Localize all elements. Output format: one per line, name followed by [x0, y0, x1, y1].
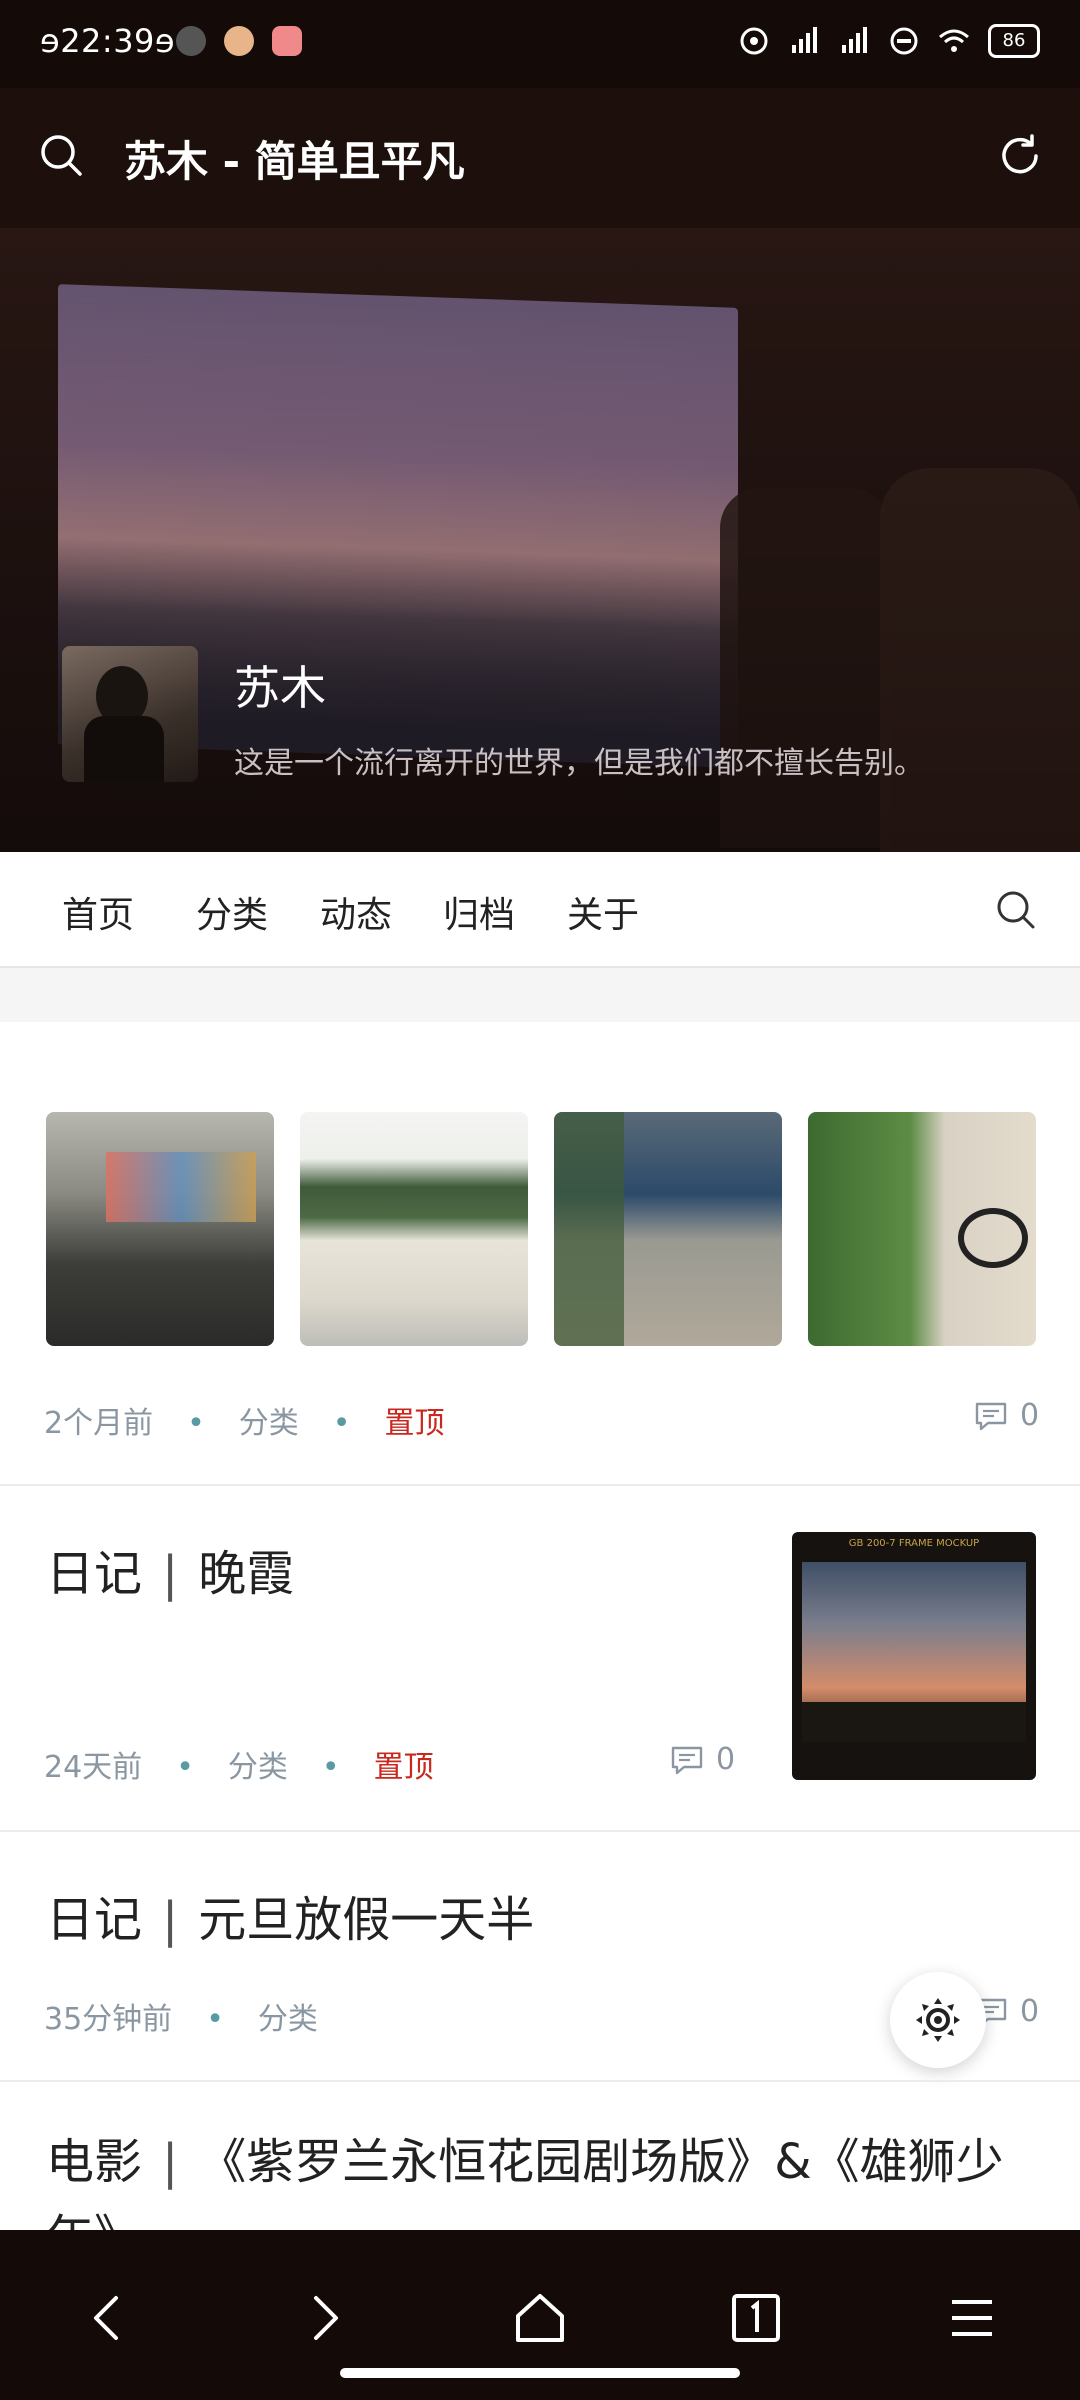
author-name: 苏木 — [234, 661, 326, 715]
author-bio: 这是一个流行离开的世界，但是我们都不擅长告别。 — [234, 746, 924, 781]
divider — [0, 2080, 1080, 2082]
menu-icon[interactable] — [944, 2290, 1000, 2346]
forward-icon[interactable] — [296, 2290, 352, 2346]
cover-caption: GB 200-7 FRAME MOCKUP — [848, 1538, 980, 1549]
app-notification-icon — [272, 26, 302, 56]
status-bar: ɘ22:39ɘ 86 — [0, 0, 1080, 88]
site-title: 苏木 - 简单且平凡 — [124, 137, 465, 186]
post-meta: 24天前 • 分类 • 置顶 — [44, 1750, 434, 1785]
post-category[interactable]: 分类 — [258, 2002, 318, 2037]
status-time: ɘ22:39ɘ — [40, 22, 176, 60]
nav-item-moments[interactable]: 动态 — [320, 886, 392, 938]
post-thumbnail[interactable] — [808, 1112, 1036, 1346]
back-icon[interactable] — [80, 2290, 136, 2346]
comment-icon — [671, 1746, 703, 1774]
signal-icon — [842, 27, 867, 53]
post-title[interactable]: 日记 | 晚霞 — [46, 1534, 294, 1604]
post-category[interactable]: 分类 — [228, 1750, 288, 1785]
post-thumbnail[interactable] — [554, 1112, 782, 1346]
post-time: 24天前 — [44, 1750, 143, 1785]
post-time: 2个月前 — [44, 1406, 154, 1441]
post-title[interactable]: 日记 | 元旦放假一天半 — [46, 1880, 534, 1950]
divider — [0, 1830, 1080, 1832]
divider — [0, 1484, 1080, 1486]
home-indicator[interactable] — [340, 2368, 740, 2378]
nav-item-about[interactable]: 关于 — [567, 886, 639, 938]
post-thumbnail[interactable] — [300, 1112, 528, 1346]
refresh-icon[interactable] — [994, 130, 1046, 182]
nav-item-categories[interactable]: 分类 — [196, 886, 268, 938]
brightness-icon — [916, 1998, 960, 2042]
comment-icon — [975, 1402, 1007, 1430]
hotspot-icon — [740, 27, 768, 55]
spacer — [0, 968, 1080, 1022]
search-icon[interactable] — [992, 886, 1040, 934]
battery-indicator: 86 — [988, 24, 1040, 58]
theme-toggle-button[interactable] — [890, 1972, 986, 2068]
post-thumbnail[interactable] — [46, 1112, 274, 1346]
status-indicators: 86 — [738, 24, 1040, 58]
wifi-icon — [939, 29, 969, 52]
nav-item-home[interactable]: 首页 — [62, 886, 134, 938]
app-bar: 苏木 - 简单且平凡 — [0, 88, 1080, 228]
app-notification-icon — [224, 26, 254, 56]
post-cover-image[interactable]: GB 200-7 FRAME MOCKUP — [792, 1532, 1036, 1780]
comment-count[interactable]: 0 — [974, 1398, 1039, 1433]
profile-header: 苏木 这是一个流行离开的世界，但是我们都不擅长告别。 — [0, 228, 1080, 852]
pinned-badge: 置顶 — [384, 1406, 445, 1441]
post-image-gallery[interactable] — [46, 1112, 1036, 1346]
tabs-icon[interactable] — [728, 2290, 784, 2346]
pinned-badge: 置顶 — [373, 1750, 434, 1785]
post-meta: 35分钟前 • 分类 — [44, 2002, 318, 2037]
notification-icons — [176, 26, 302, 56]
post-time: 35分钟前 — [44, 2002, 173, 2037]
post-category[interactable]: 分类 — [239, 1406, 299, 1441]
app-notification-icon — [176, 26, 206, 56]
signal-icon — [792, 27, 817, 53]
nav-item-archive[interactable]: 归档 — [443, 886, 515, 938]
post-meta: 2个月前 • 分类 • 置顶 — [44, 1406, 445, 1441]
comment-count[interactable]: 0 — [670, 1742, 735, 1777]
home-icon[interactable] — [512, 2290, 568, 2346]
data-icon — [890, 27, 918, 55]
main-nav: 首页 分类 动态 归档 关于 — [0, 852, 1080, 968]
search-icon[interactable] — [36, 130, 88, 182]
avatar[interactable] — [62, 646, 198, 782]
